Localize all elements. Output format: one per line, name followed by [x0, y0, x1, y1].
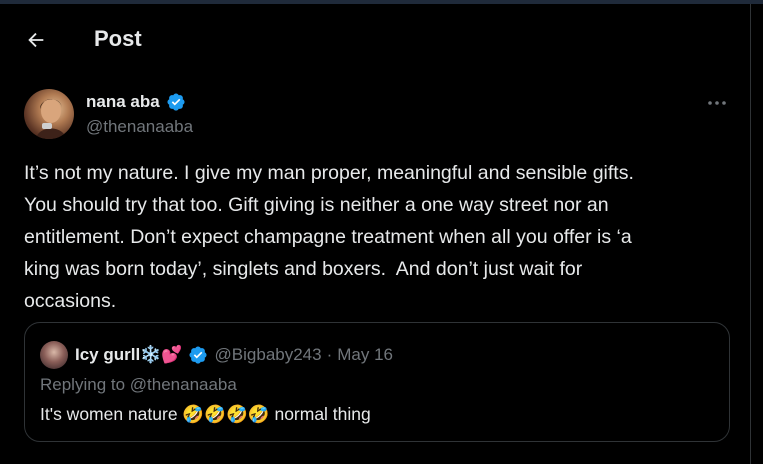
quoted-author-handle: @Bigbaby243 — [214, 345, 322, 364]
verified-badge-icon — [167, 93, 185, 111]
quoted-post[interactable]: Icy gurll❄️💕 @Bigbaby243 · May 16 Replyi… — [24, 322, 730, 442]
author-handle[interactable]: @thenanaaba — [86, 117, 193, 137]
scrollbar[interactable] — [750, 4, 763, 464]
page-title: Post — [94, 26, 142, 51]
post-text: It’s not my nature. I give my man proper… — [24, 162, 634, 312]
dot-separator: · — [326, 345, 333, 364]
quoted-author-name: Icy gurll❄️💕 — [75, 345, 183, 364]
avatar-image — [36, 99, 66, 139]
post-author: nana aba @thenanaaba — [24, 88, 734, 142]
arrow-left-icon — [28, 32, 44, 48]
more-horizontal-icon — [708, 101, 726, 105]
quoted-avatar[interactable] — [40, 341, 68, 369]
quoted-post-header: Icy gurll❄️💕 @Bigbaby243 · May 16 — [40, 341, 393, 369]
avatar[interactable] — [24, 89, 74, 139]
page-header: Post — [0, 4, 750, 76]
replying-to: Replying to @thenanaaba — [40, 375, 237, 394]
verified-badge-icon — [188, 346, 207, 364]
more-options-button[interactable] — [700, 90, 734, 116]
back-button[interactable] — [18, 22, 54, 58]
quoted-post-text: It's women nature 🤣🤣🤣🤣 normal thing — [40, 404, 371, 424]
author-name[interactable]: nana aba — [86, 92, 160, 112]
author-name-row: nana aba — [86, 92, 186, 112]
quoted-post-date: May 16 — [337, 345, 394, 364]
